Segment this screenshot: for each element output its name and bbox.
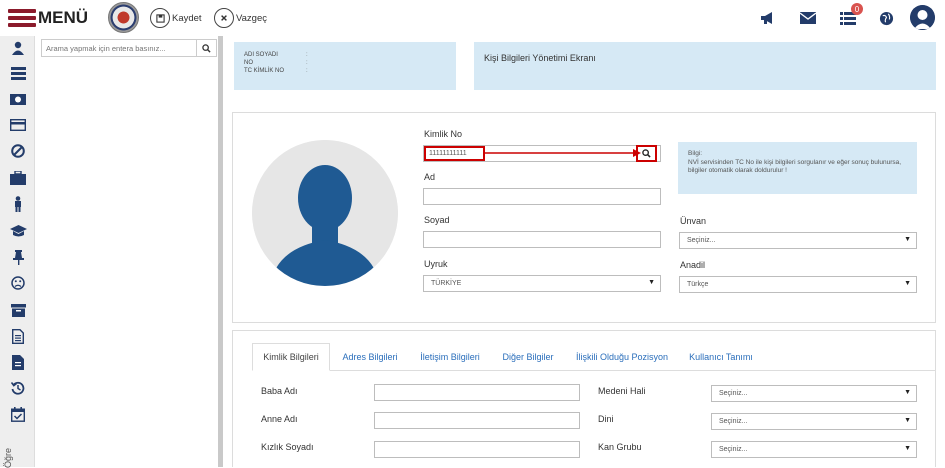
unvan-label: Ünvan: [680, 216, 707, 226]
kan-grubu-select[interactable]: Seçiniz... ▼: [711, 441, 917, 458]
top-bar: MENÜ Kaydet Vazgeç 0: [0, 0, 945, 36]
user-avatar[interactable]: [910, 5, 935, 30]
cancel-label: Vazgeç: [236, 12, 267, 24]
hamburger-menu-icon[interactable]: [8, 9, 36, 29]
save-button[interactable]: Kaydet: [150, 7, 202, 29]
uyruk-label: Uyruk: [424, 259, 448, 269]
kan-grubu-label: Kan Grubu: [598, 442, 642, 452]
document-icon[interactable]: [9, 327, 27, 345]
tab-iletisim-bilgileri[interactable]: İletişim Bilgileri: [412, 343, 488, 371]
archive-icon[interactable]: [9, 301, 27, 319]
caret-down-icon: ▼: [904, 236, 911, 243]
file-icon[interactable]: [9, 353, 27, 371]
floppy-disk-icon: [150, 8, 170, 28]
medeni-hali-value: Seçiniz...: [719, 390, 748, 397]
dini-label: Dini: [598, 414, 614, 424]
dini-value: Seçiniz...: [719, 418, 748, 425]
anadil-select[interactable]: Türkçe ▼: [679, 276, 917, 293]
side-panel: [36, 36, 222, 467]
uyruk-select[interactable]: TÜRKİYE ▼: [423, 275, 661, 292]
anne-adi-field[interactable]: [374, 412, 580, 429]
kimlik-no-label: Kimlik No: [424, 129, 463, 139]
kizlik-soyadi-label: Kızlık Soyadı: [261, 442, 314, 452]
money-icon[interactable]: [9, 90, 27, 108]
profile-photo-placeholder[interactable]: [252, 140, 398, 286]
anne-adi-label: Anne Adı: [261, 414, 298, 424]
anadil-label: Anadil: [680, 260, 706, 270]
screen-title-panel: Kişi Bilgileri Yönetimi Ekranı: [474, 42, 936, 90]
calendar-check-icon[interactable]: [9, 405, 27, 423]
cancel-button[interactable]: Vazgeç: [214, 7, 267, 29]
hint-title: Bilgi:: [688, 150, 703, 157]
university-logo: [108, 2, 139, 33]
dini-select[interactable]: Seçiniz... ▼: [711, 413, 917, 430]
menu-label[interactable]: MENÜ: [38, 8, 88, 28]
close-icon: [214, 8, 234, 28]
globe-icon[interactable]: [876, 8, 896, 28]
unvan-select[interactable]: Seçiniz... ▼: [679, 232, 917, 249]
kimlik-no-highlight: [424, 146, 485, 161]
side-panel-scrollbar[interactable]: [218, 36, 223, 467]
medeni-hali-label: Medeni Hali: [598, 386, 646, 396]
briefcase-icon[interactable]: [9, 169, 27, 187]
summary-separators: : : :: [306, 52, 308, 74]
user-icon[interactable]: [9, 39, 27, 57]
arrow-icon: [484, 149, 641, 157]
search-icon[interactable]: [196, 40, 216, 56]
ban-icon[interactable]: [9, 142, 27, 160]
baba-adi-field[interactable]: [374, 384, 580, 401]
pin-icon[interactable]: [9, 248, 27, 266]
side-search-input[interactable]: [42, 40, 196, 56]
side-search: [41, 39, 217, 57]
ad-field[interactable]: [423, 188, 661, 205]
tab-diger-bilgiler[interactable]: Diğer Bilgiler: [496, 343, 560, 371]
summary-tc-label: TC KİMLİK NO: [244, 68, 285, 74]
caret-down-icon: ▼: [904, 445, 911, 452]
frown-icon[interactable]: [9, 274, 27, 292]
tab-adres-bilgileri[interactable]: Adres Bilgileri: [336, 343, 404, 371]
summary-no-label: NO: [244, 60, 253, 66]
tab-iliskili-pozisyon[interactable]: İlişkili Olduğu Pozisyon: [570, 343, 674, 371]
kizlik-soyadi-field[interactable]: [374, 441, 580, 458]
medeni-hali-select[interactable]: Seçiniz... ▼: [711, 385, 917, 402]
summary-name-label: ADI SOYADI: [244, 52, 278, 58]
history-icon[interactable]: [9, 379, 27, 397]
sidebar-vertical-label: Öğre: [3, 447, 13, 468]
search-icon: [642, 149, 651, 158]
info-hint-box: Bilgi: NVİ servisinden TC No ile kişi bi…: [678, 142, 917, 194]
person-summary-panel: ADI SOYADI NO TC KİMLİK NO : : :: [234, 42, 456, 90]
unvan-value: Seçiniz...: [687, 237, 716, 244]
caret-down-icon: ▼: [904, 417, 911, 424]
baba-adi-label: Baba Adı: [261, 386, 298, 396]
soyad-label: Soyad: [424, 215, 450, 225]
ad-label: Ad: [424, 172, 436, 182]
megaphone-icon[interactable]: [758, 8, 778, 28]
notification-badge: 0: [851, 3, 863, 15]
envelope-icon[interactable]: [798, 8, 818, 28]
tab-kullanici-tanimi[interactable]: Kullanıcı Tanımı: [684, 343, 758, 371]
graduation-cap-icon[interactable]: [9, 222, 27, 240]
list-icon[interactable]: [9, 64, 27, 82]
kimlik-search-button[interactable]: [636, 145, 657, 162]
screen-title: Kişi Bilgileri Yönetimi Ekranı: [484, 53, 596, 63]
caret-down-icon: ▼: [904, 280, 911, 287]
person-icon[interactable]: [9, 195, 27, 213]
details-tabs: Kimlik Bilgileri Adres Bilgileri İletişi…: [252, 343, 936, 371]
caret-down-icon: ▼: [648, 279, 655, 286]
kan-grubu-value: Seçiniz...: [719, 446, 748, 453]
uyruk-value: TÜRKİYE: [431, 280, 462, 287]
task-list-icon[interactable]: 0: [838, 3, 863, 28]
hint-text: NVİ servisinden TC No ile kişi bilgileri…: [688, 158, 902, 175]
save-label: Kaydet: [172, 12, 202, 24]
tab-kimlik-bilgileri[interactable]: Kimlik Bilgileri: [252, 343, 330, 371]
soyad-field[interactable]: [423, 231, 661, 248]
left-icon-nav: Öğre: [0, 36, 35, 468]
card-icon[interactable]: [9, 116, 27, 134]
anadil-value: Türkçe: [687, 281, 709, 288]
caret-down-icon: ▼: [904, 389, 911, 396]
